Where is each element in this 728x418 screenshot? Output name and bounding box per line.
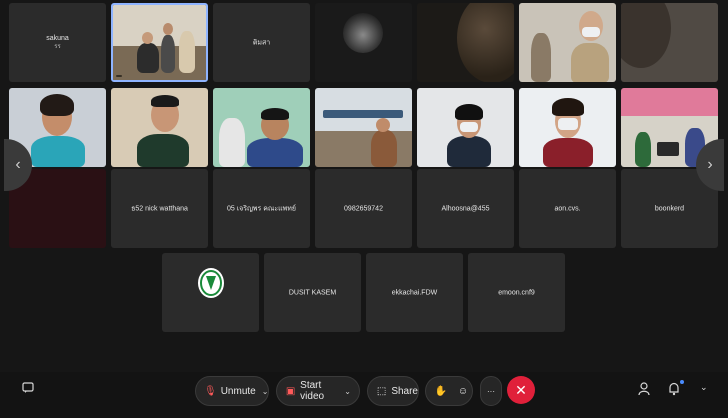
more-icon: ··· <box>487 386 495 396</box>
unmute-button[interactable]: 🎙 Unmute ⌄ <box>195 376 269 406</box>
video-feed <box>315 88 412 167</box>
video-feed <box>113 5 206 80</box>
participant-tile[interactable]: emoon.cnf9 <box>468 253 565 332</box>
chat-icon[interactable] <box>22 382 34 397</box>
organization-logo-icon <box>198 268 224 298</box>
participant-tile[interactable] <box>162 253 259 332</box>
participant-name: 05 เจริญพร คณะแพทย์ <box>226 205 297 212</box>
video-feed <box>519 3 616 82</box>
start-video-button[interactable]: ▣ Start video ⌄ <box>276 376 360 406</box>
participant-tile[interactable]: 0982659742 <box>315 169 412 248</box>
video-off-icon: ▣ <box>285 385 296 397</box>
participants-icon[interactable] <box>638 382 650 399</box>
participant-tile[interactable]: ekkachai.FDW <box>366 253 463 332</box>
participant-video-tile[interactable] <box>519 3 616 82</box>
leave-meeting-button[interactable]: ✕ <box>507 376 535 404</box>
participant-video-tile[interactable] <box>519 88 616 167</box>
participant-tile[interactable]: aon.cvs. <box>519 169 616 248</box>
participant-video-tile[interactable] <box>621 3 718 82</box>
emoji-icon[interactable]: ☺ <box>456 386 470 397</box>
video-feed <box>417 3 514 82</box>
participant-name: emoon.cnf9 <box>498 289 535 296</box>
participant-name <box>116 75 122 77</box>
participant-name: ธ52 nick watthana <box>131 205 188 212</box>
participant-name: ekkachai.FDW <box>391 289 438 296</box>
microphone-muted-icon: 🎙 <box>204 385 217 397</box>
participant-video-tile[interactable] <box>417 3 514 82</box>
share-screen-icon: ⬚ <box>376 385 387 397</box>
participant-name: aon.cvs. <box>554 205 581 212</box>
share-label: Share <box>391 385 418 397</box>
more-options-button[interactable]: ··· <box>480 376 502 406</box>
participant-tile[interactable]: DUSIT KASEM <box>264 253 361 332</box>
meeting-toolbar: 🎙 Unmute ⌄ ▣ Start video ⌄ ⬚ Share ✋ ☺ ·… <box>0 372 728 418</box>
video-feed <box>417 88 514 167</box>
chevron-down-icon: ⌄ <box>344 386 351 396</box>
notifications-icon[interactable] <box>668 382 680 399</box>
unmute-label: Unmute <box>220 385 256 397</box>
video-feed <box>621 3 718 82</box>
participant-name: Alhoosna@455 <box>441 205 490 212</box>
participant-name: sakuna รร <box>46 34 69 50</box>
video-feed <box>111 88 208 167</box>
video-feed <box>519 88 616 167</box>
video-grid: sakuna รร ติมสา ธ52 nick watthana 05 เจร… <box>0 0 728 372</box>
participant-video-tile[interactable] <box>315 3 412 82</box>
participant-tile[interactable]: 05 เจริญพร คณะแพทย์ <box>213 169 310 248</box>
participant-tile[interactable]: ธ52 nick watthana <box>111 169 208 248</box>
notification-badge <box>680 380 684 384</box>
hand-raise-icon[interactable]: ✋ <box>434 386 448 397</box>
video-feed <box>213 88 310 167</box>
participant-video-tile[interactable] <box>315 88 412 167</box>
participant-tile[interactable]: ติมสา <box>213 3 310 82</box>
start-video-label: Start video <box>300 380 325 402</box>
participant-video-tile[interactable] <box>417 88 514 167</box>
chevron-down-icon: ⌄ <box>261 386 269 396</box>
participant-name: boonkerd <box>654 205 685 212</box>
participant-name: DUSIT KASEM <box>288 289 337 296</box>
video-feed <box>315 3 412 82</box>
share-button[interactable]: ⬚ Share <box>367 376 419 406</box>
participant-video-tile[interactable] <box>111 3 208 82</box>
participant-tile[interactable]: sakuna รร <box>9 3 106 82</box>
participant-video-tile[interactable] <box>213 88 310 167</box>
participant-name: 0982659742 <box>344 205 383 212</box>
reactions-group[interactable]: ✋ ☺ <box>425 376 473 406</box>
participant-tile[interactable]: Alhoosna@455 <box>417 169 514 248</box>
participant-name: ติมสา <box>252 39 271 46</box>
chevron-down-icon[interactable]: ⌄ <box>700 382 708 393</box>
participant-video-tile[interactable] <box>111 88 208 167</box>
